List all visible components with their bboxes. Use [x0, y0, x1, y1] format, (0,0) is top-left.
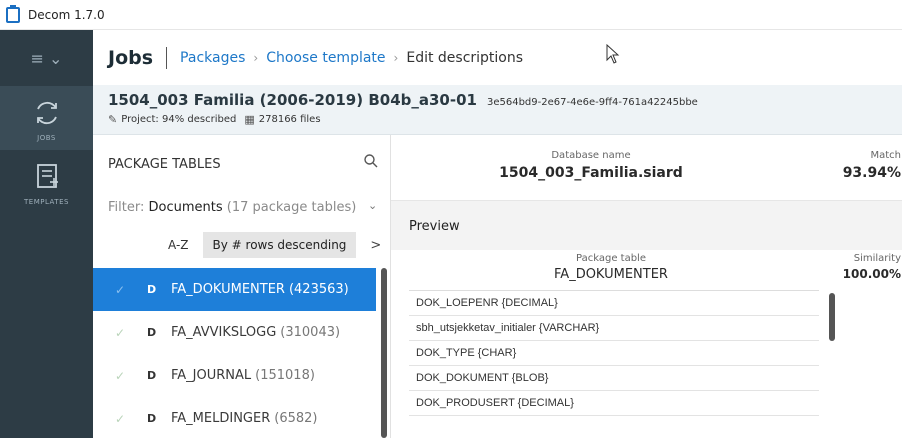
rail-item-templates[interactable]: TEMPLATES: [0, 150, 93, 214]
check-icon: ✓: [115, 368, 126, 383]
filter-count: (17 package tables): [226, 200, 357, 215]
column-list-scrollbar[interactable]: [829, 293, 835, 341]
breadcrumb-choose-template[interactable]: Choose template: [266, 50, 385, 66]
similarity-value: 100.00%: [842, 267, 901, 281]
table-count: (151018): [255, 368, 315, 383]
chevron-right-icon: ›: [393, 50, 399, 65]
package-tables-pane: PACKAGE TABLES Filter: Documents (17 pac…: [93, 135, 391, 438]
table-name: FA_MELDINGER: [171, 411, 271, 426]
table-type: D: [147, 326, 157, 339]
project-described: Project: 94% described: [121, 114, 237, 125]
filter-value: Documents: [148, 200, 223, 215]
add-template-icon: [36, 164, 58, 188]
sync-icon: [36, 101, 57, 125]
table-type: D: [147, 369, 157, 382]
rail-item-label: JOBS: [37, 134, 56, 142]
list-item[interactable]: DOK_TYPE {CHAR}: [409, 341, 819, 366]
package-table-list: ✓ D FA_DOKUMENTER (423563) ✓ D FA_AVVIKS…: [93, 268, 376, 438]
list-item[interactable]: DOK_PRODUSERT {DECIMAL}: [409, 391, 819, 416]
sort-controls: A-Z By # rows descending >: [168, 232, 381, 258]
list-item[interactable]: sbh_utsjekketav_initialer {VARCHAR}: [409, 316, 819, 341]
nav-rail: ≡ ⌄ JOBS TEMPLATES: [0, 30, 93, 438]
table-row[interactable]: ✓ D FA_DOKUMENTER (423563): [93, 268, 376, 311]
list-item[interactable]: DOK_LOEPENR {DECIMAL}: [409, 291, 819, 316]
mouse-cursor-icon: [606, 44, 620, 64]
database-name: 1504_003_Familia.siard: [499, 165, 683, 181]
project-uuid: 3e564bd9-2e67-4e6e-9ff4-761a42245bbe: [486, 97, 698, 108]
table-row[interactable]: ✓ D FA_JOURNAL (151018): [93, 354, 376, 397]
table-name: FA_JOURNAL: [171, 368, 252, 383]
package-table-name: FA_DOKUMENTER: [554, 267, 668, 282]
table-type: D: [147, 283, 157, 296]
column-list: DOK_LOEPENR {DECIMAL} sbh_utsjekketav_in…: [409, 290, 819, 416]
window-titlebar: Decom 1.7.0: [0, 0, 902, 30]
filter-label: Filter:: [108, 200, 145, 215]
search-icon[interactable]: [363, 153, 379, 169]
table-row[interactable]: ✓ D FA_MELDINGER (6582): [93, 397, 376, 438]
package-tables-heading: PACKAGE TABLES: [108, 157, 221, 172]
project-bar: 1504_003 Familia (2006-2019) B04b_a30-01…: [93, 85, 902, 135]
menu-button[interactable]: ≡ ⌄: [0, 30, 93, 86]
breadcrumb-edit-descriptions: Edit descriptions: [406, 49, 524, 66]
rail-item-jobs[interactable]: JOBS: [0, 86, 93, 150]
table-type: D: [147, 412, 157, 425]
table-count: (6582): [274, 411, 318, 426]
check-icon: ✓: [115, 411, 126, 426]
list-item[interactable]: DOK_DOKUMENT {BLOB}: [409, 366, 819, 391]
table-row[interactable]: ✓ D FA_AVVIKSLOGG (310043): [93, 311, 376, 354]
check-icon: ✓: [115, 282, 126, 297]
chevron-down-icon[interactable]: ⌄: [368, 199, 377, 212]
detail-pane: Database name 1504_003_Familia.siard Mat…: [391, 135, 902, 438]
edit-icon: ✎: [108, 113, 118, 126]
page-header: Jobs Packages › Choose template › Edit d…: [93, 30, 902, 85]
similarity-caption: Similarity: [853, 253, 901, 264]
sort-next-button[interactable]: >: [370, 238, 381, 253]
match-value: 93.94%: [842, 165, 901, 181]
table-count: (423563): [288, 282, 349, 297]
table-count: (310043): [280, 325, 341, 340]
header-divider: [166, 46, 168, 69]
sort-az-button[interactable]: A-Z: [168, 238, 189, 252]
window-title: Decom 1.7.0: [28, 7, 105, 22]
chevron-right-icon: ›: [253, 50, 259, 65]
preview-header: Preview: [391, 200, 902, 250]
project-files: 278166 files: [258, 114, 321, 125]
sort-rows-desc-button[interactable]: By # rows descending: [202, 232, 357, 258]
breadcrumb-packages[interactable]: Packages: [180, 50, 245, 66]
table-name: FA_AVVIKSLOGG: [171, 325, 277, 340]
app-icon: [6, 4, 20, 23]
project-title: 1504_003 Familia (2006-2019) B04b_a30-01…: [108, 91, 887, 109]
database-caption: Database name: [551, 150, 631, 161]
page-title: Jobs: [108, 46, 154, 69]
menu-icon: ≡ ⌄: [30, 48, 63, 68]
match-caption: Match: [870, 150, 901, 161]
table-name: FA_DOKUMENTER: [171, 282, 285, 297]
check-icon: ✓: [115, 325, 126, 340]
project-name: 1504_003 Familia (2006-2019) B04b_a30-01: [108, 91, 477, 109]
table-list-scrollbar[interactable]: [381, 268, 387, 438]
filter-dropdown[interactable]: Filter: Documents (17 package tables): [108, 200, 356, 215]
files-icon: ▦: [244, 113, 255, 126]
project-meta: ✎ Project: 94% described ▦ 278166 files: [108, 113, 887, 126]
rail-item-label: TEMPLATES: [24, 198, 69, 206]
preview-label: Preview: [409, 219, 460, 234]
package-table-caption: Package table: [576, 253, 646, 264]
